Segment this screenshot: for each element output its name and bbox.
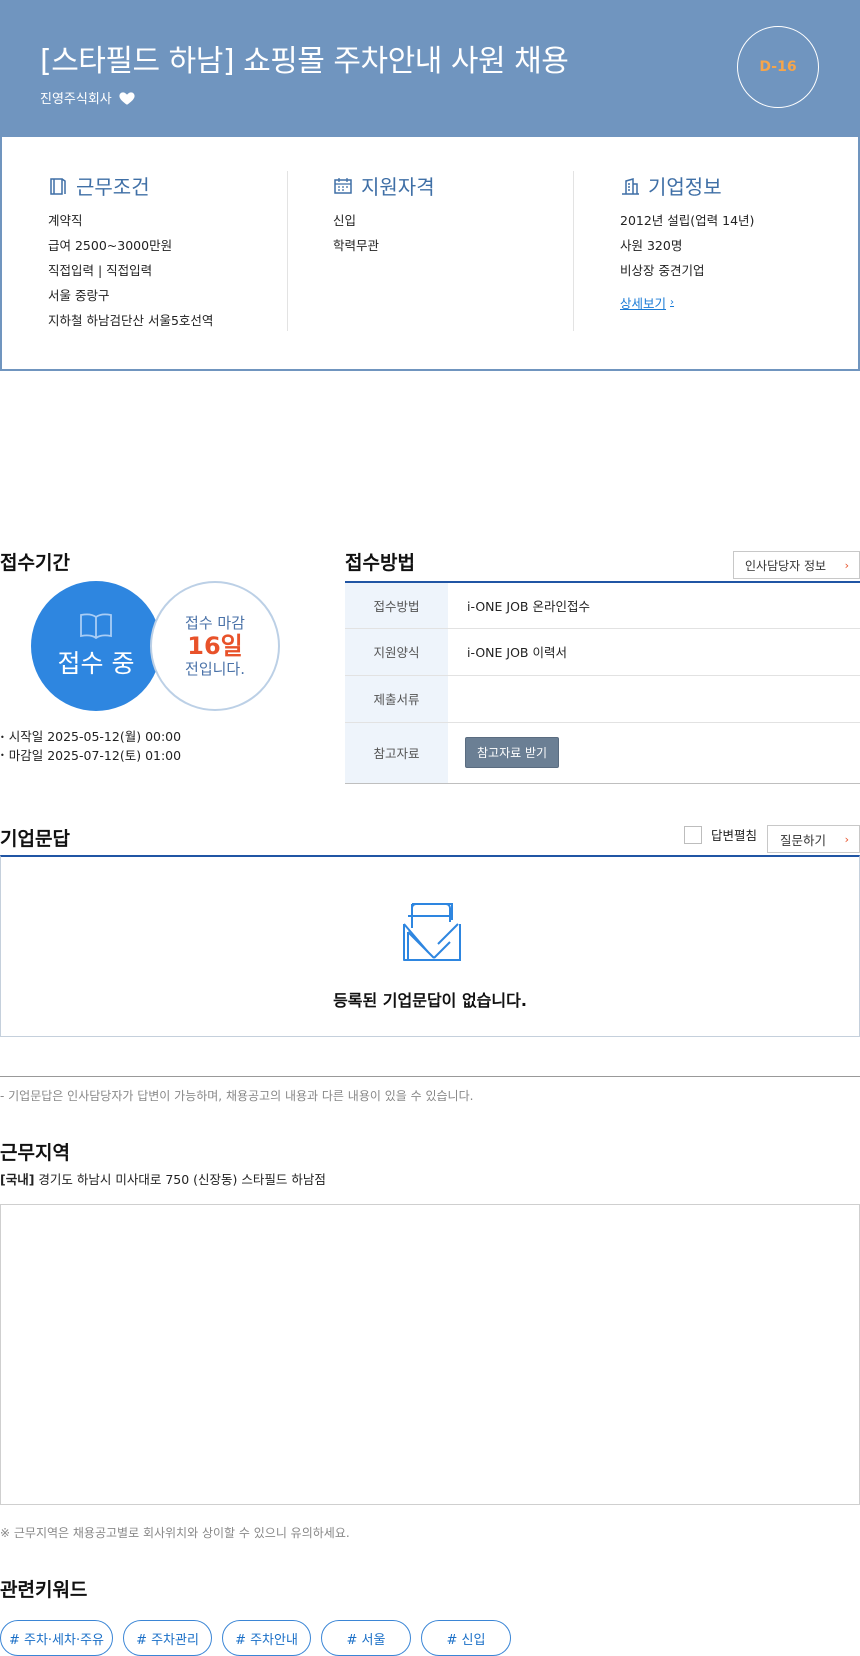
job-header-banner: [스타필드 하남] 쇼핑몰 주차안내 사원 채용 진영주식회사 D-16 [0,0,860,137]
qualifications: 지원자격 신입 학력무관 [287,171,573,331]
location-region: [국내] [0,1172,35,1187]
company-info-title: 기업정보 [648,175,722,199]
table-row: 제출서류 [345,675,860,723]
row-key: 참고자료 [345,722,448,783]
envelope-icon [398,900,462,962]
qa-list-box: 등록된 기업문답이 없습니다. [0,855,860,1037]
ask-question-label: 질문하기 [780,832,827,848]
company-name-row: 진영주식회사 [40,88,136,107]
row-value [448,675,860,723]
company-detail-label[interactable]: 상세보기 [620,293,666,312]
company-info-line: 사원 320명 [620,238,683,253]
deadline-label: 접수 마감 [185,614,245,632]
row-key: 제출서류 [345,675,448,723]
calendar-icon [334,177,352,194]
work-conditions-title: 근무조건 [76,175,150,199]
building-icon [622,177,639,195]
hr-info-button[interactable]: 인사담당자 정보 › [733,551,860,579]
job-summary-box: 근무조건 계약직 급여 2500~3000만원 직접입력 | 직접입력 서울 중… [0,137,860,371]
keyword-tag[interactable]: # 주차관리 [123,1620,212,1656]
method-title: 접수방법 [345,552,415,574]
start-date: 시작일 2025-05-12(월) 00:00 [0,728,181,747]
location-address-row: [국내] 경기도 하남시 미사대로 750 (신장동) 스타필드 하남점 [0,1169,326,1188]
open-book-icon [80,613,112,640]
location-address: 경기도 하남시 미사대로 750 (신장동) 스타필드 하남점 [34,1172,326,1187]
keyword-tag[interactable]: # 주차안내 [222,1620,311,1656]
end-date: 마감일 2025-07-12(토) 01:00 [0,747,181,766]
divider [0,1076,860,1077]
keyword-tag[interactable]: # 주차·세차·주유 [0,1620,113,1656]
deadline-days: 16일 [187,632,243,660]
download-reference-button[interactable]: 참고자료 받기 [465,737,560,768]
company-info-line: 비상장 중견기업 [620,263,705,278]
row-key: 지원양식 [345,628,448,676]
book-icon [50,177,66,195]
period-title: 접수기간 [0,552,70,574]
ask-question-button[interactable]: 질문하기 › [767,825,860,853]
deadline-suffix: 전입니다. [185,660,245,678]
chevron-right-icon: › [844,558,849,572]
expand-answers-label[interactable]: 답변펼침 [711,825,757,844]
company-name[interactable]: 진영주식회사 [40,88,112,107]
job-title: [스타필드 하남] 쇼핑몰 주차안내 사원 채용 [40,44,569,79]
chevron-right-icon: › [844,832,849,846]
method-table: 접수방법 i-ONE JOB 온라인접수 지원양식 i-ONE JOB 이력서 … [345,581,860,784]
table-row: 지원양식 i-ONE JOB 이력서 [345,628,860,676]
table-row: 접수방법 i-ONE JOB 온라인접수 [345,582,860,629]
qa-notice: - 기업문답은 인사담당자가 답변이 가능하며, 채용공고의 내용과 다른 내용… [0,1089,474,1103]
qualifications-title: 지원자격 [361,175,435,199]
location-map[interactable] [0,1204,860,1505]
expand-answers-toggle[interactable]: 답변펼침 [684,825,757,844]
chevron-right-icon: › [670,297,675,308]
status-circle: 접수 중 [31,581,161,711]
location-notice: ※ 근무지역은 채용공고별로 회사위치와 상이할 수 있으니 유의하세요. [0,1526,350,1540]
qualification-line: 학력무관 [333,238,380,253]
row-key: 접수방법 [345,582,448,629]
status-text: 접수 중 [57,649,135,678]
location-title: 근무지역 [0,1142,70,1164]
period-dates: 시작일 2025-05-12(월) 00:00 마감일 2025-07-12(토… [0,728,181,765]
deadline-circle: 접수 마감 16일 전입니다. [150,581,280,711]
company-detail-link[interactable]: 상세보기 › [620,293,674,312]
dday-badge: D-16 [737,26,819,108]
qa-empty-message: 등록된 기업문답이 없습니다. [333,991,527,1010]
keywords-title: 관련키워드 [0,1579,88,1601]
keyword-tag[interactable]: # 신입 [421,1620,511,1656]
keyword-tag[interactable]: # 서울 [321,1620,411,1656]
hr-info-label: 인사담당자 정보 [745,558,827,573]
company-info: 기업정보 2012년 설립(업력 14년) 사원 320명 비상장 중견기업 상… [573,171,859,331]
qualification-line: 신입 [333,213,357,228]
keyword-list: # 주차·세차·주유 # 주차관리 # 주차안내 # 서울 # 신입 [0,1620,511,1656]
company-info-line: 2012년 설립(업력 14년) [620,213,755,228]
heart-icon[interactable] [118,89,136,107]
row-value: i-ONE JOB 이력서 [448,628,860,676]
row-value: i-ONE JOB 온라인접수 [448,582,860,629]
qa-title: 기업문답 [0,828,70,850]
table-row: 참고자료 참고자료 받기 [345,722,860,783]
expand-answers-checkbox[interactable] [684,825,702,844]
